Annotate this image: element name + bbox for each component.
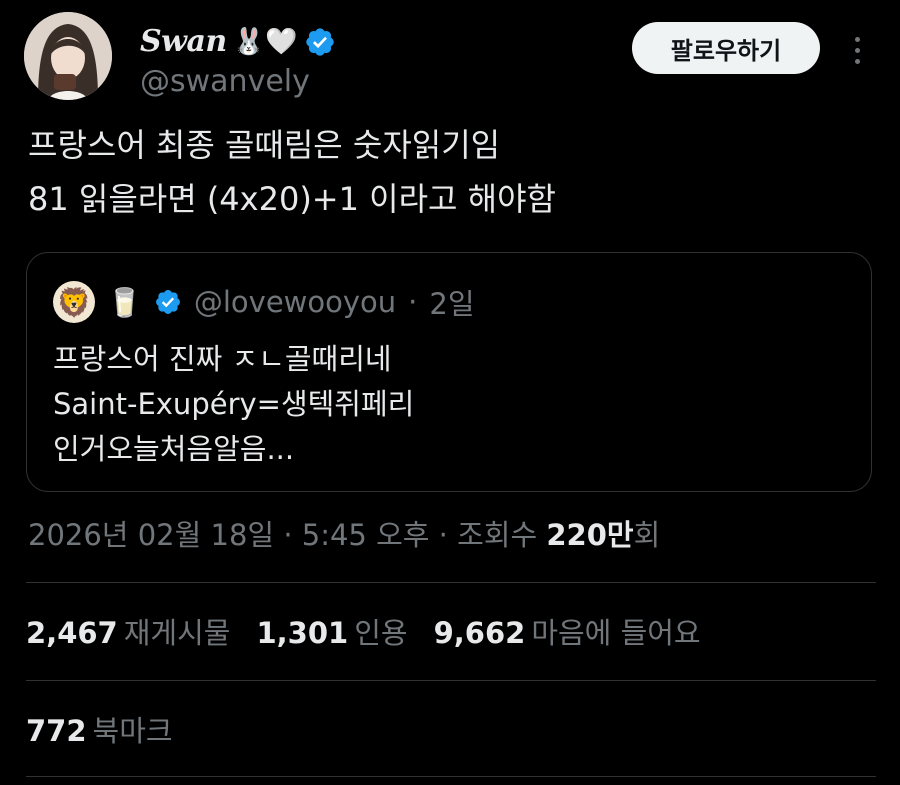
likes-label: 마음에 들어요	[531, 616, 701, 650]
quoted-tweet[interactable]: 🦁 🥛 @lovewooyou · 2일 프랑스어 진짜 ㅈㄴ골때리네 Sain…	[26, 252, 872, 492]
dot	[854, 58, 860, 64]
post-time[interactable]: 5:45 오후	[302, 518, 430, 552]
quoted-tweet-text: 프랑스어 진짜 ㅈㄴ골때리네 Saint-Exupéry=생텍쥐페리 인거오늘처…	[53, 342, 415, 466]
quoted-author-avatar[interactable]: 🦁	[53, 281, 95, 323]
author-name-row: Swan 🐰🤍	[140, 24, 336, 59]
quoted-timestamp[interactable]: 2일	[429, 281, 474, 323]
tweet-meta: 2026년 02월 18일 · 5:45 오후 · 조회수 220만회	[28, 512, 660, 554]
likes-stat[interactable]: 9,662 마음에 들어요	[434, 610, 701, 652]
lion-avatar-emoji: 🦁	[56, 285, 92, 319]
divider	[26, 680, 876, 681]
views-count: 220만	[546, 518, 634, 552]
retweets-stat[interactable]: 2,467 재게시물	[26, 610, 230, 652]
retweets-count: 2,467	[26, 616, 118, 650]
more-options-icon[interactable]	[842, 32, 872, 68]
quoted-author-name-emoji: 🥛	[107, 285, 142, 319]
quoted-tweet-header: 🦁 🥛 @lovewooyou · 2일	[53, 281, 475, 323]
author-display-name[interactable]: Swan	[140, 24, 227, 59]
tweet-header: Swan 🐰🤍 @swanvely 팔로우하기	[24, 12, 876, 104]
author-avatar[interactable]	[24, 12, 112, 100]
quoted-author-handle[interactable]: @lovewooyou	[194, 285, 396, 319]
divider	[26, 582, 876, 583]
bookmarks-count: 772	[26, 714, 87, 748]
meta-separator: ·	[283, 518, 293, 552]
author-handle[interactable]: @swanvely	[140, 64, 310, 99]
author-name-emojis: 🐰🤍	[232, 26, 298, 57]
views-label: 조회수	[457, 518, 538, 552]
post-date[interactable]: 2026년 02월 18일	[28, 518, 274, 552]
quoted-separator: ·	[408, 285, 418, 319]
follow-button[interactable]: 팔로우하기	[632, 22, 820, 74]
engagement-stats: 2,467 재게시물 1,301 인용 9,662 마음에 들어요	[26, 610, 701, 652]
dot	[854, 47, 860, 53]
tweet-text: 프랑스어 최종 골때림은 숫자읽기임 81 읽을라면 (4x20)+1 이라고 …	[28, 126, 556, 218]
views-suffix: 회	[633, 518, 661, 552]
verified-badge-icon	[305, 27, 334, 56]
divider	[26, 776, 876, 777]
meta-separator: ·	[438, 518, 448, 552]
retweets-label: 재게시물	[123, 616, 231, 650]
quotes-count: 1,301	[256, 616, 349, 650]
bookmarks-label: 북마크	[92, 714, 173, 748]
quotes-stat[interactable]: 1,301 인용	[256, 610, 407, 652]
likes-count: 9,662	[433, 616, 526, 650]
avatar-portrait-icon	[24, 12, 112, 100]
bookmarks-stat[interactable]: 772 북마크	[26, 708, 173, 750]
dot	[854, 36, 860, 42]
quotes-label: 인용	[354, 616, 408, 650]
verified-badge-icon	[155, 290, 180, 314]
